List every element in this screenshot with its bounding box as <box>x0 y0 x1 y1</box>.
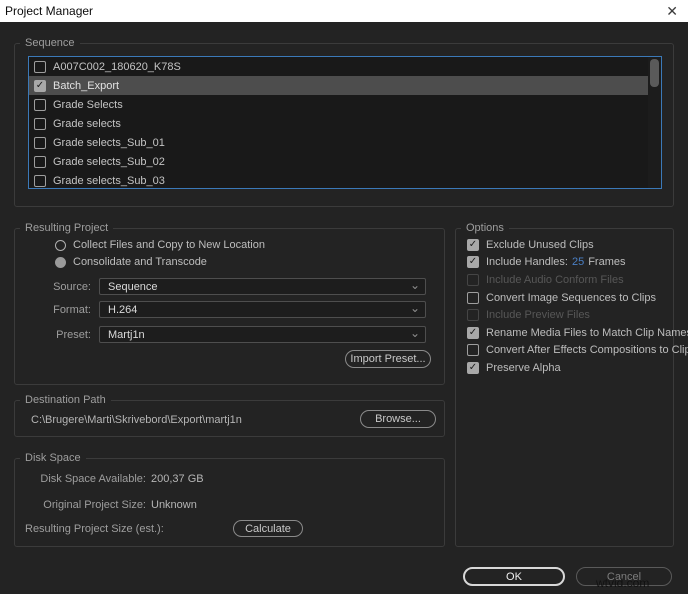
option-include-preview-files: Include Preview Files <box>456 306 673 324</box>
original-project-size-label: Original Project Size: <box>43 499 146 511</box>
window-title: Project Manager <box>5 4 94 18</box>
option-exclude-unused-clips[interactable]: ✓ Exclude Unused Clips <box>456 236 673 254</box>
options-group: Options ✓ Exclude Unused Clips ✓ Include… <box>455 222 688 547</box>
option-label: Convert Image Sequences to Clips <box>486 291 656 304</box>
radio-label: Collect Files and Copy to New Location <box>73 239 265 251</box>
handles-frames-value[interactable]: 25 <box>572 256 584 268</box>
checkbox-checked-icon[interactable]: ✓ <box>467 238 479 251</box>
sequence-row[interactable]: Grade selects_Sub_03 <box>29 171 661 188</box>
checkbox-unchecked-icon[interactable] <box>34 155 46 168</box>
sequence-group-label: Sequence <box>20 37 80 49</box>
option-label: Rename Media Files to Match Clip Names <box>486 326 688 339</box>
format-value: H.264 <box>108 304 138 316</box>
vertical-scrollbar[interactable] <box>648 57 661 188</box>
ok-button[interactable]: OK <box>463 567 565 586</box>
browse-button[interactable]: Browse... <box>360 410 436 428</box>
option-convert-ae-compositions[interactable]: Convert After Effects Compositions to Cl… <box>456 342 688 360</box>
radio-selected-icon[interactable] <box>55 256 66 268</box>
disk-space-available-value: 200,37 GB <box>151 473 204 485</box>
chevron-down-icon: ⌄ <box>409 326 420 340</box>
sequence-group: Sequence A007C002_180620_K78S ✓ Batch_Ex… <box>14 37 674 207</box>
destination-path-value: C:\Brugere\Marti\Skrivebord\Export\martj… <box>31 414 242 426</box>
title-bar: Project Manager ✕ <box>0 0 688 22</box>
checkbox-disabled-icon <box>467 273 479 286</box>
checkbox-checked-icon[interactable]: ✓ <box>467 256 479 269</box>
checkbox-unchecked-icon[interactable] <box>34 117 46 130</box>
sequence-row[interactable]: Grade Selects <box>29 95 661 114</box>
sequence-row-label: A007C002_180620_K78S <box>53 60 181 73</box>
options-list: ✓ Exclude Unused Clips ✓ Include Handles… <box>456 236 688 377</box>
checkbox-disabled-icon <box>467 309 479 322</box>
destination-path-group: Destination Path C:\Brugere\Marti\Skrive… <box>14 394 445 437</box>
option-label: Preserve Alpha <box>486 361 561 374</box>
checkbox-unchecked-icon[interactable] <box>467 344 479 357</box>
sequence-row[interactable]: Grade selects_Sub_02 <box>29 152 661 171</box>
sequence-row-label: Grade selects <box>53 117 121 130</box>
preset-dropdown[interactable]: Martj1n ⌄ <box>99 326 426 343</box>
radio-unselected-icon[interactable] <box>55 239 66 251</box>
source-field-row: Source: Sequence ⌄ <box>15 278 444 295</box>
radio-collect-files[interactable]: Collect Files and Copy to New Location <box>55 238 265 252</box>
sequence-row-label: Grade Selects <box>53 98 123 111</box>
sequence-row[interactable]: Grade selects <box>29 114 661 133</box>
sequence-row-label: Batch_Export <box>53 79 120 92</box>
checkbox-unchecked-icon[interactable] <box>34 174 46 187</box>
option-label: Include Handles: <box>486 256 568 269</box>
radio-label: Consolidate and Transcode <box>73 256 207 268</box>
source-dropdown[interactable]: Sequence ⌄ <box>99 278 426 295</box>
checkbox-checked-icon[interactable]: ✓ <box>34 79 46 92</box>
options-group-label: Options <box>461 222 509 234</box>
sequence-row-selected[interactable]: ✓ Batch_Export <box>29 76 661 95</box>
checkbox-unchecked-icon[interactable] <box>34 98 46 111</box>
chevron-down-icon: ⌄ <box>409 301 420 315</box>
disk-space-group: Disk Space Disk Space Available: 200,37 … <box>14 452 445 547</box>
preset-value: Martj1n <box>108 329 145 341</box>
checkbox-unchecked-icon[interactable] <box>467 291 479 304</box>
watermark: wtvid.com <box>596 576 650 590</box>
checkbox-unchecked-icon[interactable] <box>34 60 46 73</box>
sequence-list[interactable]: A007C002_180620_K78S ✓ Batch_Export Grad… <box>28 56 662 189</box>
option-rename-media-files[interactable]: ✓ Rename Media Files to Match Clip Names <box>456 324 688 342</box>
preset-field-row: Preset: Martj1n ⌄ <box>15 326 444 343</box>
option-include-handles[interactable]: ✓ Include Handles: 25 Frames <box>456 254 673 272</box>
sequence-row[interactable]: Grade selects_Sub_01 <box>29 133 661 152</box>
radio-consolidate-transcode[interactable]: Consolidate and Transcode <box>55 255 207 269</box>
option-label: Include Preview Files <box>486 309 590 322</box>
option-label: Include Audio Conform Files <box>486 273 624 286</box>
format-dropdown[interactable]: H.264 ⌄ <box>99 301 426 318</box>
resulting-project-group: Resulting Project Collect Files and Copy… <box>14 222 445 385</box>
option-include-audio-conform: Include Audio Conform Files <box>456 271 673 289</box>
calculate-button[interactable]: Calculate <box>233 520 303 537</box>
sequence-row-label: Grade selects_Sub_01 <box>53 136 165 149</box>
source-label: Source: <box>53 281 91 293</box>
import-preset-button[interactable]: Import Preset... <box>345 350 431 368</box>
original-project-size-value: Unknown <box>151 499 197 511</box>
sequence-row[interactable]: A007C002_180620_K78S <box>29 57 661 76</box>
sequence-row-label: Grade selects_Sub_03 <box>53 174 165 187</box>
checkbox-checked-icon[interactable]: ✓ <box>467 361 479 374</box>
sequence-row-label: Grade selects_Sub_02 <box>53 155 165 168</box>
option-label: Convert After Effects Compositions to Cl… <box>486 344 688 357</box>
format-field-row: Format: H.264 ⌄ <box>15 301 444 318</box>
disk-space-available-label: Disk Space Available: <box>40 473 146 485</box>
destination-path-group-label: Destination Path <box>20 394 111 406</box>
option-label-suffix: Frames <box>588 256 626 269</box>
checkbox-unchecked-icon[interactable] <box>34 136 46 149</box>
resulting-project-size-label: Resulting Project Size (est.): <box>25 523 164 535</box>
option-convert-image-sequences[interactable]: Convert Image Sequences to Clips <box>456 289 673 307</box>
source-value: Sequence <box>108 281 158 293</box>
format-label: Format: <box>53 304 91 316</box>
checkbox-checked-icon[interactable]: ✓ <box>467 326 479 339</box>
resulting-project-group-label: Resulting Project <box>20 222 114 234</box>
chevron-down-icon: ⌄ <box>409 278 420 292</box>
option-label: Exclude Unused Clips <box>486 238 594 251</box>
preset-label: Preset: <box>56 329 91 341</box>
project-manager-dialog: Project Manager ✕ Sequence A007C002_1806… <box>0 0 688 594</box>
close-icon[interactable]: ✕ <box>666 4 678 18</box>
scrollbar-thumb[interactable] <box>650 59 659 87</box>
option-preserve-alpha[interactable]: ✓ Preserve Alpha <box>456 359 673 377</box>
disk-space-group-label: Disk Space <box>20 452 86 464</box>
